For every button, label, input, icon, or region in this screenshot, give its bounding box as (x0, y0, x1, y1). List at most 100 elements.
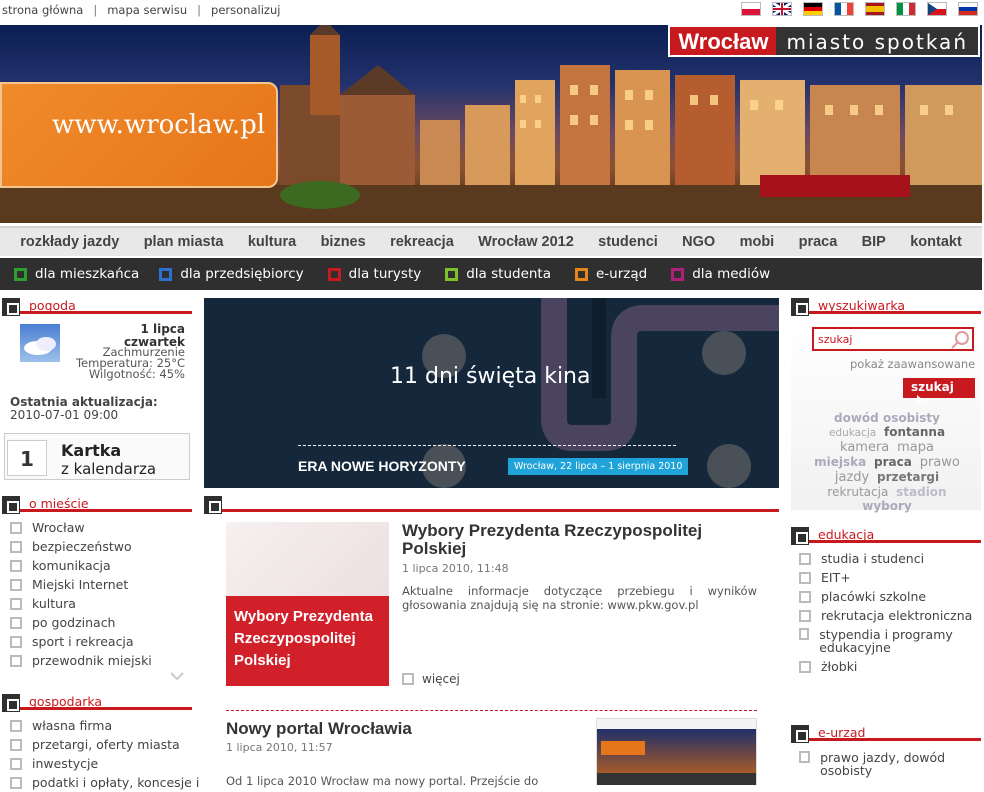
eoffice-box-title: e-urząd (818, 725, 866, 740)
home-link[interactable]: strona główna (2, 3, 83, 17)
city-box-header: o mieście (2, 496, 192, 514)
audience-label: dla mieszkańca (35, 266, 140, 282)
fr-flag-icon[interactable] (834, 2, 854, 16)
audience-item[interactable]: dla mieszkańca (14, 266, 139, 282)
nav-item[interactable]: kontakt (910, 234, 962, 250)
search-button-label: szukaj (911, 380, 954, 394)
nav-item[interactable]: mobi (740, 234, 775, 250)
nav-item[interactable]: Wrocław 2012 (478, 234, 574, 250)
en-flag-icon[interactable] (772, 2, 792, 16)
hero-banner[interactable]: 11 dni święta kina ERA NOWE HORYZONTY Wr… (204, 298, 779, 488)
weather-humidity: Wilgotność: 45% (88, 367, 185, 381)
ru-flag-icon[interactable] (958, 2, 978, 16)
square-icon (14, 267, 27, 281)
calendar-card[interactable]: 1 Kartka z kalendarza (4, 433, 190, 480)
de-flag-icon[interactable] (803, 2, 823, 16)
audience-item[interactable]: e-urząd (575, 266, 647, 282)
audience-item[interactable]: dla turysty (327, 266, 421, 282)
es-flag-icon[interactable] (865, 2, 885, 16)
more-link[interactable]: więcej (402, 672, 460, 686)
square-icon (445, 267, 459, 281)
more-label: więcej (422, 672, 460, 686)
city-list: Wrocław bezpieczeństwo komunikacja Miejs… (0, 518, 152, 670)
nav-item[interactable]: studenci (598, 234, 658, 250)
news-image[interactable]: Wybory Prezydenta Rzeczypospolitej Polsk… (226, 522, 389, 686)
tag-cloud: dowód osobisty edukacja fontanna kamera … (793, 411, 981, 513)
search-icon[interactable] (950, 330, 970, 350)
site-logo[interactable]: www.wroclaw.pl (0, 82, 278, 188)
hero-title: 11 dni święta kina (390, 364, 591, 389)
news-title[interactable]: Wybory Prezydenta Rzeczypospolitej Polsk… (402, 522, 762, 558)
audience-item[interactable]: dla przedsiębiorcy (159, 266, 304, 282)
sitemap-link[interactable]: mapa serwisu (107, 3, 187, 17)
tag[interactable]: prawo (920, 455, 960, 470)
list-item[interactable]: studia i studenci (789, 549, 981, 568)
hero-brand: ERA NOWE HORYZONTY (298, 458, 466, 474)
eoffice-box-header: e-urząd (791, 725, 981, 743)
list-item[interactable]: żłobki (789, 657, 981, 676)
news-title[interactable]: Nowy portal Wrocławia (226, 720, 566, 738)
list-item[interactable]: podatki i opłaty, koncesje i (0, 773, 199, 792)
header-banner: www.wroclaw.pl Wrocław miasto spotkań (0, 25, 982, 223)
search-button[interactable]: szukaj (903, 378, 975, 405)
news-thumbnail[interactable] (596, 718, 757, 785)
tag[interactable]: mapa (897, 440, 934, 455)
chevron-down-icon[interactable] (170, 671, 184, 681)
economy-box-header: gospodarka (2, 694, 192, 712)
tag[interactable]: fontanna (884, 425, 945, 439)
tag[interactable]: jazdy (835, 470, 869, 485)
tag[interactable]: edukacja (829, 427, 876, 439)
search-title: wyszukiwarka (818, 298, 906, 313)
list-item[interactable]: przetargi, oferty miasta (0, 735, 199, 754)
nav-item[interactable]: plan miasta (144, 234, 224, 250)
nav-item[interactable]: kultura (248, 234, 296, 250)
nav-item[interactable]: rozkłady jazdy (20, 234, 119, 250)
audience-item[interactable]: dla studenta (445, 266, 551, 282)
nav-item[interactable]: biznes (321, 234, 366, 250)
audience-item[interactable]: dla mediów (671, 266, 770, 282)
list-item[interactable]: kultura (0, 594, 152, 613)
calendar-day: 1 (7, 440, 47, 476)
tag[interactable]: wybory (862, 499, 911, 513)
nav-item[interactable]: BIP (862, 234, 886, 250)
pl-flag-icon[interactable] (741, 2, 761, 16)
weather-header: pogoda (2, 298, 192, 316)
list-item[interactable]: sport i rekreacja (0, 632, 152, 651)
list-item[interactable]: przewodnik miejski (0, 651, 152, 670)
tag[interactable]: dowód osobisty (834, 411, 940, 425)
city-box-title: o mieście (29, 496, 89, 511)
list-item[interactable]: bezpieczeństwo (0, 537, 152, 556)
hero-divider (298, 445, 676, 446)
nav-item[interactable]: NGO (682, 234, 715, 250)
list-item[interactable]: placówki szkolne (789, 587, 981, 606)
tag[interactable]: przetargi (877, 470, 939, 484)
news-date: 1 lipca 2010, 11:48 (402, 562, 509, 575)
education-list: studia i studenci EIT+ placówki szkolne … (789, 549, 981, 676)
tag[interactable]: stadion (896, 485, 946, 499)
list-item[interactable]: własna firma (0, 716, 199, 735)
list-item[interactable]: prawo jazdy, dowód osobisty (789, 748, 981, 780)
nav-item[interactable]: rekreacja (390, 234, 454, 250)
list-item[interactable]: EIT+ (789, 568, 981, 587)
list-item[interactable]: stypendia i programy edukacyjne (789, 625, 981, 657)
list-item[interactable]: po godzinach (0, 613, 152, 632)
it-flag-icon[interactable] (896, 2, 916, 16)
list-item[interactable]: Miejski Internet (0, 575, 152, 594)
list-item[interactable]: rekrutacja elektroniczna (789, 606, 981, 625)
advanced-search-link[interactable]: pokaż zaawansowane (850, 357, 975, 371)
tag[interactable]: miejska (814, 455, 866, 469)
personalize-link[interactable]: personalizuj (211, 3, 280, 17)
search-header: wyszukiwarka (791, 298, 981, 316)
news-date: 1 lipca 2010, 11:57 (226, 741, 333, 754)
city-badge: Wrocław miasto spotkań (668, 25, 980, 57)
tag[interactable]: rekrutacja (827, 485, 888, 499)
cz-flag-icon[interactable] (927, 2, 947, 16)
nav-item[interactable]: praca (799, 234, 838, 250)
list-item[interactable]: Wrocław (0, 518, 152, 537)
tag[interactable]: kamera (840, 440, 889, 455)
tag[interactable]: praca (874, 455, 912, 469)
box-icon (791, 725, 809, 743)
list-item[interactable]: inwestycje (0, 754, 199, 773)
list-item[interactable]: komunikacja (0, 556, 152, 575)
news-text: Aktualne informacje dotyczące przebiegu … (402, 584, 757, 612)
